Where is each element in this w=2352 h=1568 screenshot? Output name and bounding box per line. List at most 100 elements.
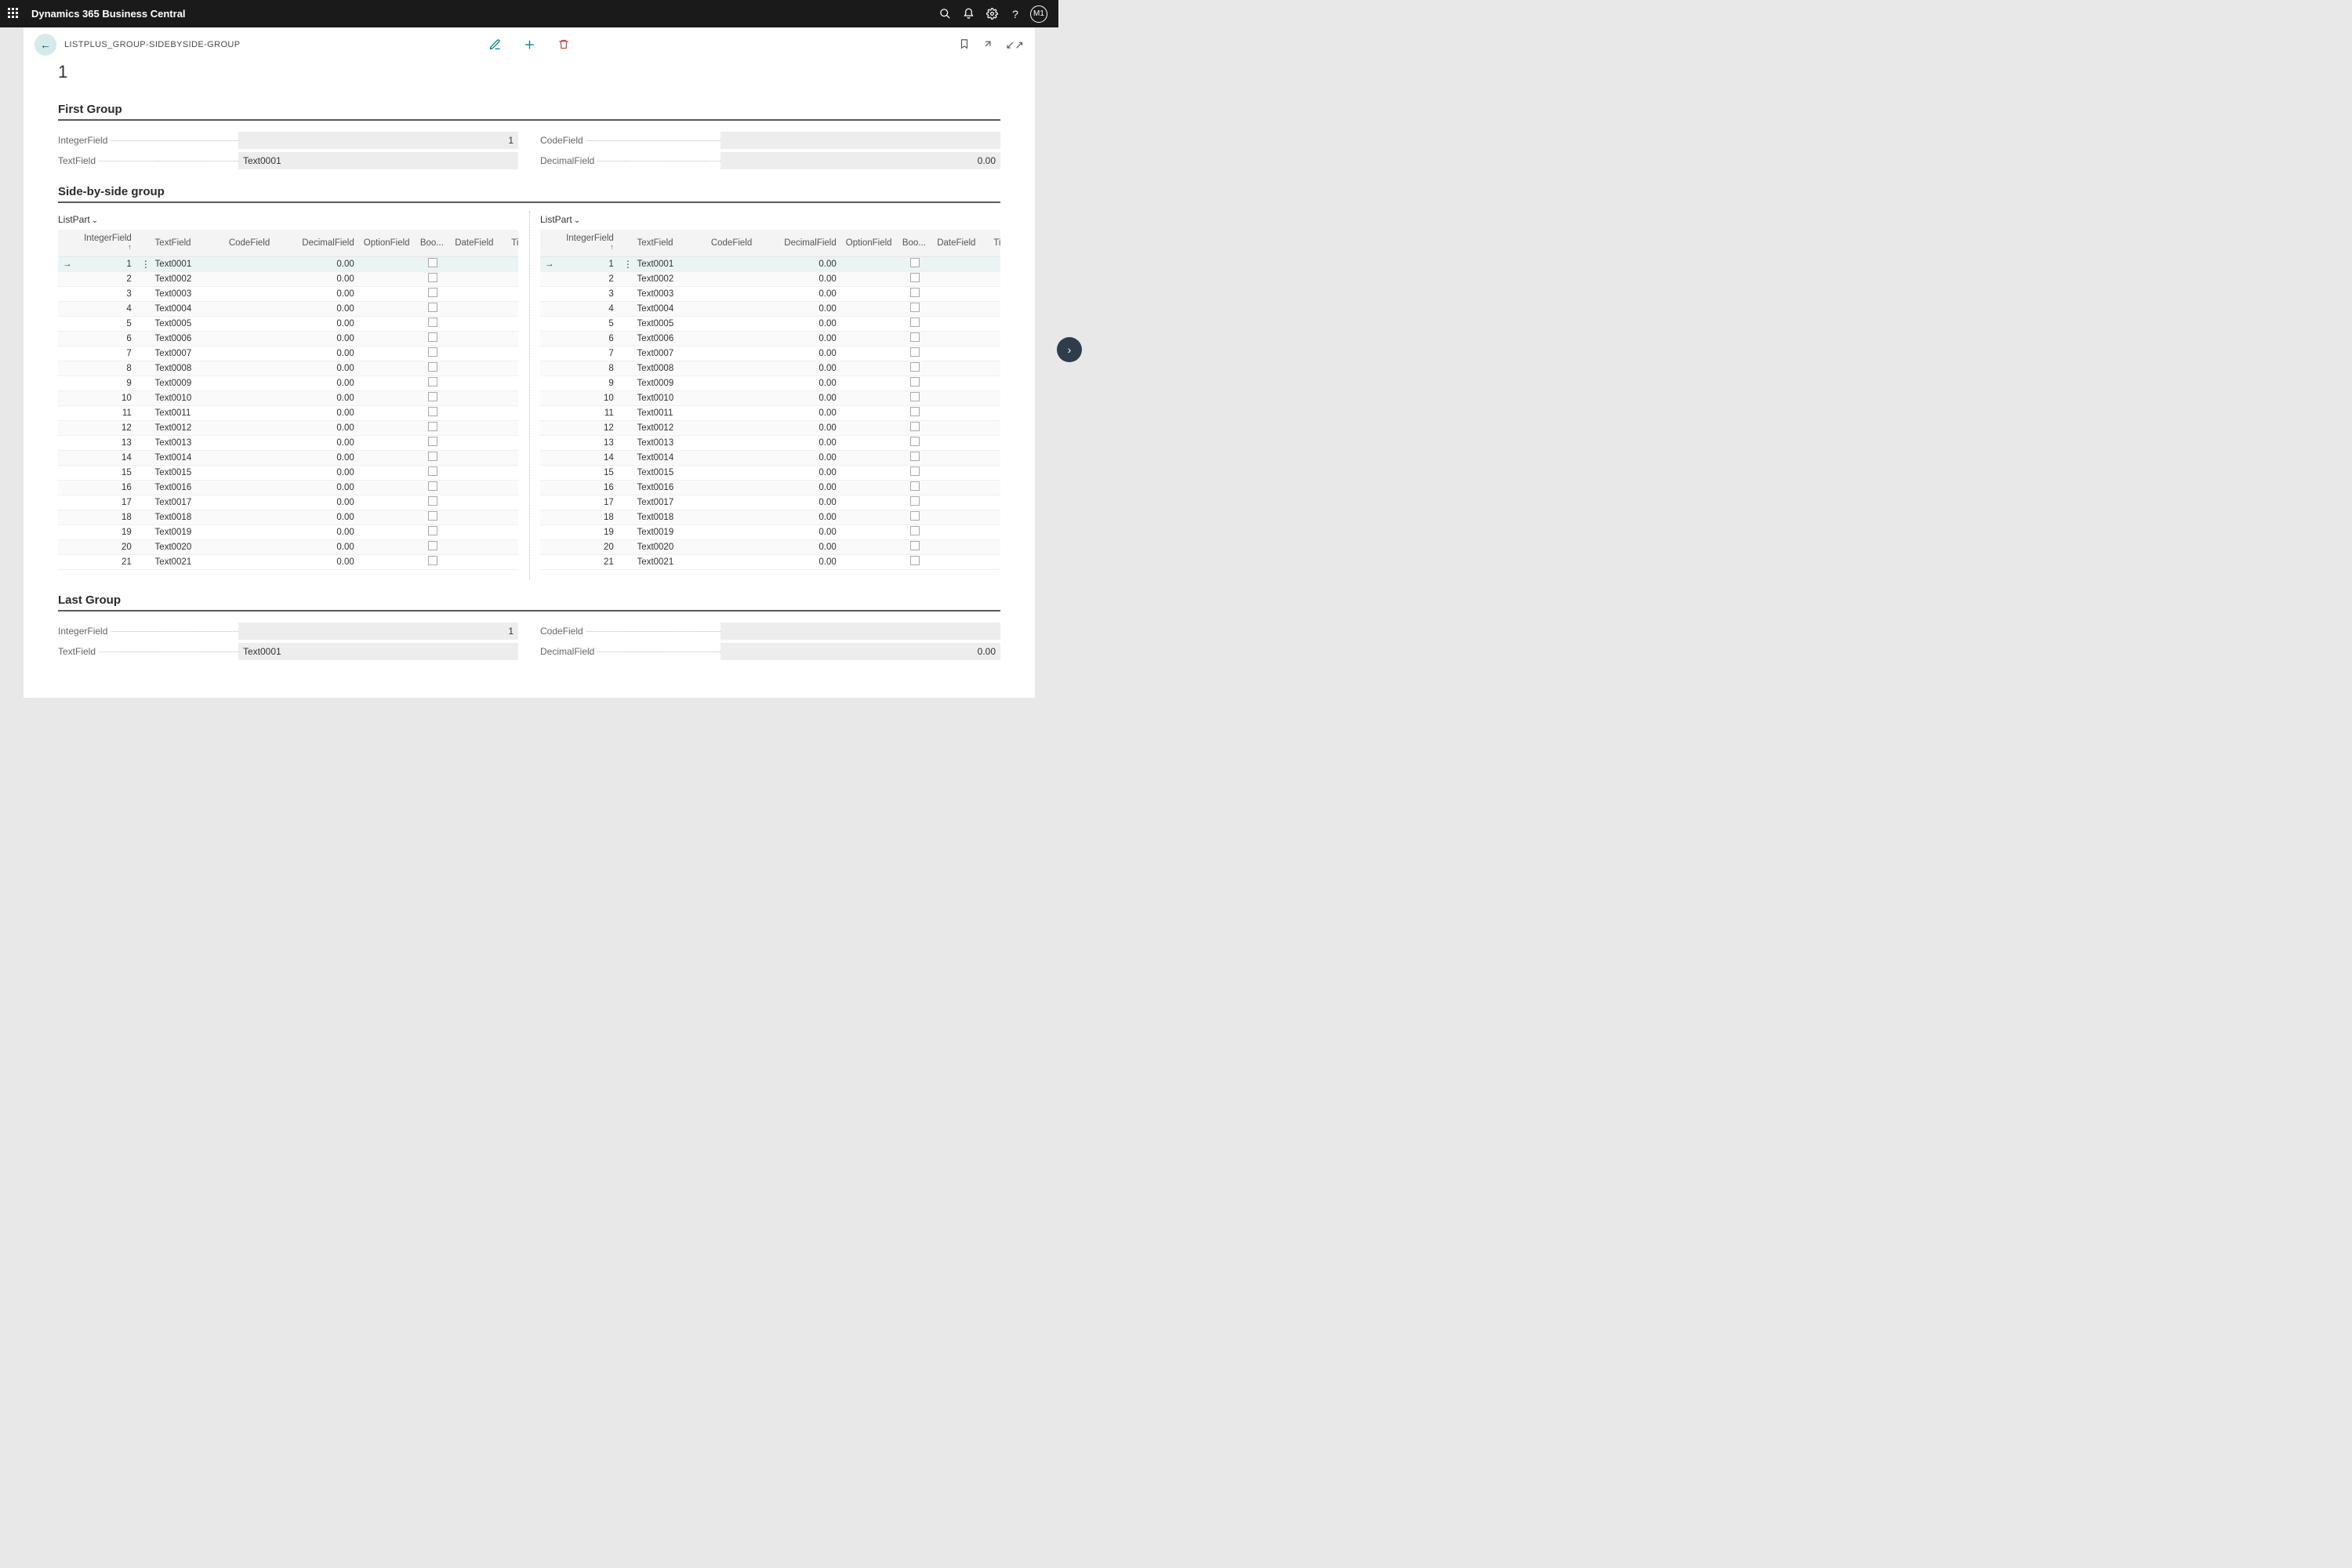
cell-decimal[interactable]: 0.00 (289, 316, 359, 331)
cell-text[interactable]: Text0010 (633, 390, 706, 405)
cell-date[interactable] (932, 316, 989, 331)
cell-option[interactable] (841, 405, 898, 420)
cell-code[interactable] (224, 495, 289, 510)
cell-time[interactable] (506, 256, 518, 271)
table-row[interactable]: 8Text00080.00 (540, 361, 1000, 376)
column-header[interactable]: DecimalField (771, 230, 841, 256)
grid-scroll[interactable]: IntegerField↑TextFieldCodeFieldDecimalFi… (540, 230, 1000, 579)
row-more-button[interactable] (619, 390, 633, 405)
cell-decimal[interactable]: 0.00 (289, 465, 359, 480)
cell-option[interactable] (841, 539, 898, 554)
row-more-button[interactable] (619, 495, 633, 510)
cell-text[interactable]: Text0002 (633, 271, 706, 286)
cell-code[interactable] (706, 256, 771, 271)
delete-icon[interactable] (558, 38, 570, 51)
cell-date[interactable] (450, 554, 506, 569)
cell-text[interactable]: Text0011 (151, 405, 224, 420)
help-icon[interactable]: ? (1004, 2, 1027, 26)
app-launcher-icon[interactable] (8, 8, 20, 20)
table-row[interactable]: 2Text00020.00 (58, 271, 518, 286)
column-header[interactable]: Boo... (416, 230, 450, 256)
bookmark-icon[interactable] (959, 38, 970, 52)
row-more-button[interactable] (136, 524, 151, 539)
listpart-caption[interactable]: ListPart⌄ (540, 211, 1000, 230)
cell-decimal[interactable]: 0.00 (289, 286, 359, 301)
cell-text[interactable]: Text0013 (151, 435, 224, 450)
cell-integer[interactable]: 10 (557, 390, 619, 405)
cell-decimal[interactable]: 0.00 (771, 405, 841, 420)
cell-boolean[interactable] (416, 286, 450, 301)
cell-integer[interactable]: 19 (557, 524, 619, 539)
cell-text[interactable]: Text0021 (151, 554, 224, 569)
cell-code[interactable] (224, 346, 289, 361)
cell-code[interactable] (224, 465, 289, 480)
cell-time[interactable] (506, 495, 518, 510)
cell-time[interactable] (989, 405, 1000, 420)
cell-boolean[interactable] (898, 256, 932, 271)
cell-option[interactable] (841, 271, 898, 286)
table-row[interactable]: 16Text00160.00 (540, 480, 1000, 495)
row-more-button[interactable] (619, 361, 633, 376)
cell-integer[interactable]: 11 (75, 405, 136, 420)
cell-text[interactable]: Text0003 (151, 286, 224, 301)
table-row[interactable]: 9Text00090.00 (58, 376, 518, 390)
cell-decimal[interactable]: 0.00 (771, 480, 841, 495)
cell-text[interactable]: Text0009 (633, 376, 706, 390)
row-more-button[interactable] (136, 331, 151, 346)
cell-decimal[interactable]: 0.00 (771, 331, 841, 346)
cell-date[interactable] (450, 524, 506, 539)
cell-boolean[interactable] (898, 405, 932, 420)
cell-decimal[interactable]: 0.00 (289, 510, 359, 524)
cell-boolean[interactable] (898, 331, 932, 346)
cell-time[interactable] (506, 480, 518, 495)
cell-code[interactable] (706, 524, 771, 539)
row-selector[interactable] (58, 495, 75, 510)
row-more-button[interactable] (619, 376, 633, 390)
column-header[interactable]: DateField (450, 230, 506, 256)
cell-time[interactable] (989, 361, 1000, 376)
cell-option[interactable] (359, 331, 416, 346)
back-button[interactable]: ← (34, 34, 56, 56)
cell-text[interactable]: Text0002 (151, 271, 224, 286)
cell-text[interactable]: Text0007 (633, 346, 706, 361)
cell-decimal[interactable]: 0.00 (289, 405, 359, 420)
new-icon[interactable] (524, 38, 536, 51)
table-row[interactable]: 19Text00190.00 (58, 524, 518, 539)
row-selector[interactable] (540, 539, 557, 554)
listpart-caption[interactable]: ListPart⌄ (58, 211, 518, 230)
cell-text[interactable]: Text0003 (633, 286, 706, 301)
cell-time[interactable] (989, 554, 1000, 569)
row-selector[interactable] (58, 405, 75, 420)
cell-time[interactable] (989, 495, 1000, 510)
row-more-button[interactable] (619, 465, 633, 480)
cell-boolean[interactable] (416, 271, 450, 286)
cell-date[interactable] (932, 539, 989, 554)
cell-option[interactable] (359, 346, 416, 361)
cell-time[interactable] (989, 346, 1000, 361)
cell-code[interactable] (706, 390, 771, 405)
table-row[interactable]: 4Text00040.00 (540, 301, 1000, 316)
table-row[interactable]: 13Text00130.00 (540, 435, 1000, 450)
row-more-button[interactable] (619, 524, 633, 539)
cell-option[interactable] (841, 554, 898, 569)
row-selector[interactable] (58, 465, 75, 480)
table-row[interactable]: 7Text00070.00 (540, 346, 1000, 361)
cell-text[interactable]: Text0007 (151, 346, 224, 361)
table-row[interactable]: 18Text00180.00 (58, 510, 518, 524)
cell-integer[interactable]: 16 (557, 480, 619, 495)
row-selector[interactable]: → (58, 256, 75, 271)
cell-date[interactable] (450, 256, 506, 271)
cell-option[interactable] (841, 495, 898, 510)
cell-boolean[interactable] (416, 390, 450, 405)
row-more-button[interactable] (619, 331, 633, 346)
cell-integer[interactable]: 17 (75, 495, 136, 510)
table-row[interactable]: 6Text00060.00 (58, 331, 518, 346)
cell-date[interactable] (450, 435, 506, 450)
row-selector[interactable] (540, 495, 557, 510)
row-selector[interactable] (540, 361, 557, 376)
cell-decimal[interactable]: 0.00 (289, 271, 359, 286)
table-row[interactable]: 17Text00170.00 (58, 495, 518, 510)
column-header[interactable]: CodeField (224, 230, 289, 256)
cell-decimal[interactable]: 0.00 (771, 420, 841, 435)
cell-decimal[interactable]: 0.00 (771, 346, 841, 361)
